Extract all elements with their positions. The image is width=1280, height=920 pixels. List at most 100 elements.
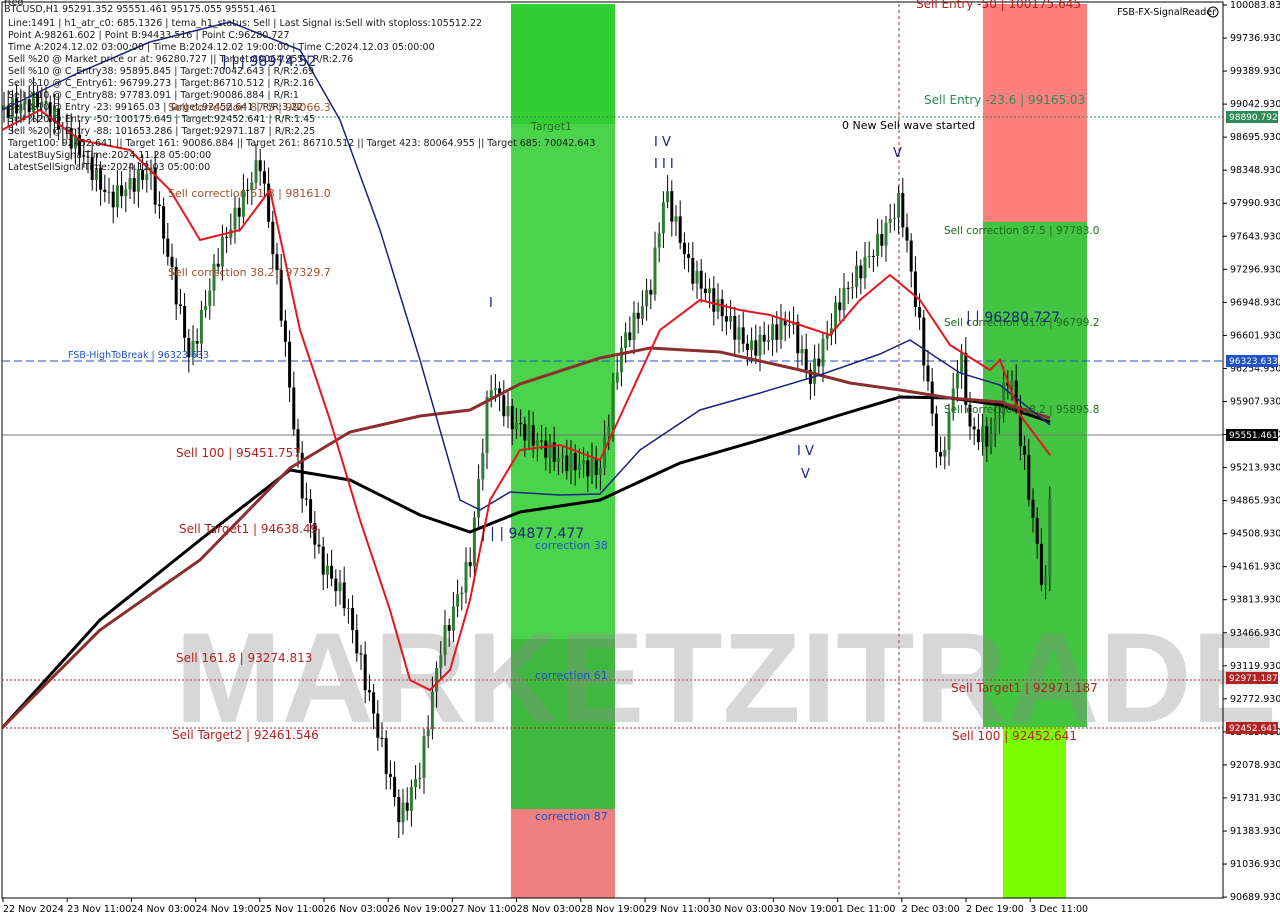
label-point-c-right: | | 96280.727 (966, 310, 1060, 326)
header-corner-label: rted (4, 0, 24, 8)
candle-body (619, 347, 623, 373)
candle-body (817, 358, 821, 367)
candle-body (855, 265, 859, 288)
candle-body (115, 185, 119, 208)
candle-body (645, 290, 649, 307)
candle-body (607, 426, 611, 437)
candle-body (523, 424, 527, 441)
candle-body (724, 316, 728, 322)
candle-body (136, 169, 140, 192)
label-correction-61: correction 61 (535, 669, 608, 682)
candle-body (754, 340, 758, 356)
time-tick-label: 24 Nov 03:00 (131, 904, 195, 915)
price-tick-label: 95907.930 (1230, 396, 1280, 407)
candle-body (514, 423, 518, 430)
candle-body (233, 207, 237, 230)
candle-body (237, 207, 241, 217)
candle-body (981, 426, 985, 443)
candle-body (384, 738, 388, 774)
candle-body (871, 255, 875, 257)
candle-body (1010, 380, 1014, 386)
candle-body (346, 607, 350, 609)
price-tick-label: 91036.930 (1230, 859, 1280, 870)
candle-body (569, 453, 573, 471)
candle-body (892, 217, 896, 219)
time-axis[interactable]: 22 Nov 2024 23 Nov 11:00 24 Nov 03:00 24 No… (2, 897, 1223, 915)
price-tick-label: 94161.930 (1230, 562, 1280, 573)
candle-body (128, 178, 132, 190)
candle-body (850, 287, 854, 289)
candle-body (590, 458, 594, 477)
candle-body (834, 302, 838, 329)
price-tick-label: 91731.930 (1230, 793, 1280, 804)
candle-body (586, 460, 590, 477)
price-tick-label: 99042.930 (1230, 99, 1280, 110)
candle-body (338, 582, 342, 592)
price-tick-label: 93813.930 (1230, 595, 1280, 606)
candle-body (178, 304, 182, 306)
candle-body (922, 317, 926, 366)
label-sell-correction-875: Sell correction 87.5 | 97783.0 (944, 225, 1099, 237)
label-new-wave: 0 New Sell wave started (842, 119, 975, 132)
time-tick-label: 30 Nov 03:00 (709, 904, 773, 915)
candle-body (531, 425, 535, 446)
candle-body (745, 343, 749, 351)
candle-body (762, 334, 766, 342)
chart-canvas[interactable]: MARKETZITRADE BTCUSD,H1 95291.352 95551.… (0, 0, 1280, 920)
candle-body (825, 334, 829, 339)
brand-label: FSB-FX-SignalReader (1117, 7, 1216, 18)
time-tick-label: 25 Nov 11:00 (260, 904, 324, 915)
info-line: Target100: 92452.641 || Target 161: 9008… (7, 138, 595, 149)
candle-body (955, 373, 959, 389)
price-tick-label: 94508.930 (1230, 529, 1280, 540)
candle-body (804, 349, 808, 370)
price-tick-label: 100083.830 (1230, 0, 1280, 11)
candle-body (632, 312, 636, 341)
zone-sell-entry (983, 4, 1087, 222)
label-point-b: | | | 94877.477 (481, 526, 584, 542)
candle-body (653, 247, 657, 295)
price-tick-label: 93466.930 (1230, 628, 1280, 639)
time-tick-label: 29 Nov 11:00 (645, 904, 709, 915)
candle-body (993, 418, 997, 434)
candle-body (519, 423, 523, 425)
zone-sell-target (1003, 727, 1066, 898)
candle-body (821, 338, 825, 367)
candle-body (162, 205, 166, 239)
candle-body (157, 204, 161, 206)
candle-body (288, 341, 292, 388)
price-axis[interactable]: 100083.830 99736.930 99389.930 99042.930 986… (1222, 0, 1280, 903)
label-point-c-left: | | | 98974.52 (222, 54, 316, 70)
candle-body (304, 498, 308, 500)
candle-body (737, 327, 741, 340)
candle-body (527, 425, 531, 441)
candle-body (741, 327, 745, 344)
candle-body (367, 690, 371, 693)
candle-body (409, 787, 413, 811)
candle-body (283, 320, 287, 342)
candle-body (388, 773, 392, 777)
candle-body (863, 256, 867, 279)
price-tick-label: 98695.930 (1230, 132, 1280, 143)
candle-body (594, 458, 598, 475)
candle-body (960, 352, 964, 374)
candle-body (380, 737, 384, 739)
chart-window[interactable]: MARKETZITRADE BTCUSD,H1 95291.352 95551.… (0, 0, 1280, 920)
candle-body (678, 216, 682, 243)
candle-body (598, 467, 602, 475)
price-tag-label: 92452.641 (1229, 724, 1278, 734)
candle-body (624, 332, 628, 348)
price-tick-label: 93119.930 (1230, 661, 1280, 672)
label-wave-i: I (489, 296, 493, 311)
label-sell-100-right: Sell 100 | 92452.641 (952, 729, 1077, 743)
candle-body (544, 440, 548, 458)
info-line: Time A:2024.12.02 03:00:00 | Time B:2024… (7, 42, 435, 53)
candle-body (334, 578, 338, 592)
candle-body (582, 460, 586, 465)
candle-body (481, 453, 485, 480)
label-sell-correction-382-right: Sell correction 38.2 | 95895.8 (944, 404, 1099, 416)
candle-body (430, 691, 434, 730)
price-tick-label: 92772.930 (1230, 694, 1280, 705)
info-line: Sell %10 @ C_Entry88: 97783.091 | Target… (8, 90, 299, 101)
price-tick-label: 97990.930 (1230, 198, 1280, 209)
